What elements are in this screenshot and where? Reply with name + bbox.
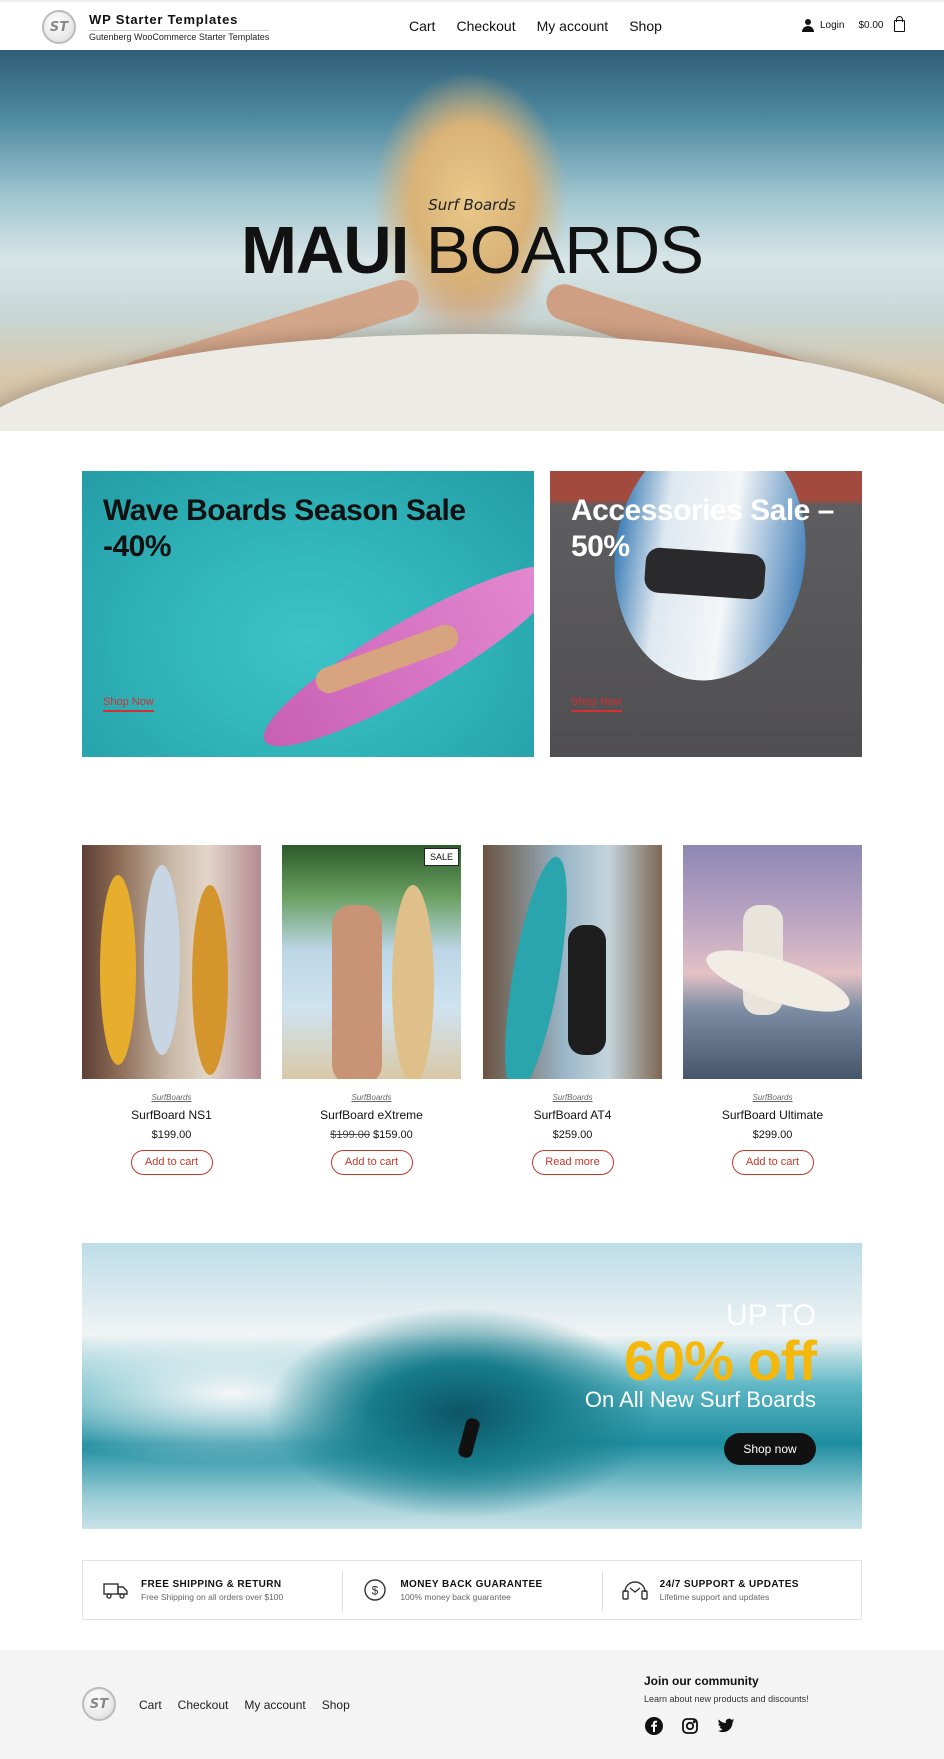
add-to-cart-button[interactable]: Add to cart — [731, 1150, 814, 1175]
add-to-cart-button[interactable]: Add to cart — [330, 1150, 413, 1175]
product-category[interactable]: SurfBoards — [282, 1093, 461, 1102]
product-card: SurfBoards SurfBoard AT4 $259.00 Read mo… — [483, 845, 662, 1175]
logo-text: ST — [89, 1696, 109, 1712]
product-category[interactable]: SurfBoards — [82, 1093, 261, 1102]
product-category[interactable]: SurfBoards — [483, 1093, 662, 1102]
product-image[interactable]: SALE — [282, 845, 461, 1079]
facebook-icon[interactable] — [644, 1716, 663, 1735]
product-name[interactable]: SurfBoard Ultimate — [683, 1108, 862, 1122]
dollar-icon: $ — [362, 1577, 388, 1603]
community-subtitle: Learn about new products and discounts! — [644, 1694, 809, 1704]
header-actions: Login $0.00 — [802, 15, 905, 32]
product-price: $199.00 $159.00 — [282, 1129, 461, 1141]
support-icon — [621, 1577, 648, 1603]
yellow-board-shape — [100, 875, 136, 1065]
nav-item-checkout[interactable]: Checkout — [456, 18, 515, 34]
logo-text: ST — [49, 19, 69, 35]
hero-title-bold: MAUI — [241, 213, 409, 288]
hero-title: MAUI BOARDS — [0, 212, 944, 289]
surfer-shape — [568, 925, 606, 1055]
feature-desc: 100% money back guarantee — [400, 1591, 511, 1602]
product-name[interactable]: SurfBoard AT4 — [483, 1108, 662, 1122]
price-old: $199.00 — [330, 1129, 370, 1141]
footer-logo[interactable]: ST — [82, 1687, 116, 1721]
svg-text:$: $ — [372, 1584, 379, 1598]
shop-now-link[interactable]: Shop Now — [103, 696, 154, 712]
footer-nav-my-account[interactable]: My account — [244, 1698, 305, 1712]
teal-board-shape — [492, 852, 580, 1079]
product-price: $299.00 — [683, 1129, 862, 1141]
features-strip: FREE SHIPPING & RETURN Free Shipping on … — [82, 1560, 862, 1620]
add-to-cart-button[interactable]: Add to cart — [130, 1150, 213, 1175]
shop-now-link[interactable]: Shop Now — [571, 696, 622, 712]
truck-icon — [103, 1577, 129, 1603]
shop-now-button[interactable]: Shop now — [724, 1433, 816, 1465]
login-link[interactable]: Login — [820, 20, 844, 31]
sale-badge: SALE — [423, 848, 459, 866]
price-current: $159.00 — [373, 1129, 413, 1141]
user-icon[interactable] — [802, 19, 814, 32]
price-current: $299.00 — [752, 1129, 793, 1141]
product-name[interactable]: SurfBoard eXtreme — [282, 1108, 461, 1122]
feature-support: 24/7 SUPPORT & UPDATES Lifetime support … — [601, 1561, 861, 1619]
promo-accessories[interactable]: Accessories Sale – 50% Shop Now — [550, 471, 862, 757]
blue-board-shape — [144, 865, 180, 1055]
promo-wave-boards[interactable]: Wave Boards Season Sale -40% Shop Now — [82, 471, 534, 757]
site-footer: ST Cart Checkout My account Shop Join ou… — [0, 1650, 944, 1759]
site-header: ST WP Starter Templates Gutenberg WooCom… — [0, 0, 944, 50]
product-image[interactable] — [683, 845, 862, 1079]
surfer-silhouette — [457, 1416, 481, 1460]
cart-total[interactable]: $0.00 — [858, 20, 883, 31]
footer-nav-shop[interactable]: Shop — [322, 1698, 350, 1712]
price-current: $199.00 — [151, 1129, 192, 1141]
banner-discount: 60% off — [623, 1329, 817, 1392]
feature-desc: Free Shipping on all orders over $100 — [141, 1591, 284, 1602]
feature-title: MONEY BACK GUARANTEE — [400, 1578, 543, 1590]
twitter-icon[interactable] — [716, 1716, 735, 1735]
community-title: Join our community — [644, 1674, 759, 1688]
nav-item-shop[interactable]: Shop — [629, 18, 662, 34]
instagram-icon[interactable] — [680, 1716, 699, 1735]
promo-title: Wave Boards Season Sale -40% — [103, 494, 466, 563]
feature-title: 24/7 SUPPORT & UPDATES — [659, 1578, 799, 1590]
product-image[interactable] — [483, 845, 662, 1079]
promo-title: Accessories Sale – 50% — [571, 494, 834, 563]
main-nav: Cart Checkout My account Shop — [409, 18, 662, 34]
product-card: SALE SurfBoards SurfBoard eXtreme $199.0… — [282, 845, 461, 1175]
sale-banner: UP TO 60% off On All New Surf Boards Sho… — [82, 1243, 862, 1529]
site-branding[interactable]: WP Starter Templates Gutenberg WooCommer… — [89, 12, 270, 42]
product-price: $259.00 — [483, 1129, 662, 1141]
read-more-button[interactable]: Read more — [531, 1150, 614, 1175]
banner-subtitle: On All New Surf Boards — [584, 1387, 816, 1412]
product-price: $199.00 — [82, 1129, 261, 1141]
hero-title-light: BOARDS — [408, 213, 704, 288]
site-tagline: Gutenberg WooCommerce Starter Templates — [89, 30, 270, 42]
nav-item-cart[interactable]: Cart — [409, 18, 435, 34]
product-image[interactable] — [82, 845, 261, 1079]
community-block: Join our community Learn about new produ… — [644, 1674, 809, 1735]
shopping-bag-icon[interactable] — [893, 15, 905, 32]
surfer-shape — [332, 905, 382, 1079]
product-category[interactable]: SurfBoards — [683, 1093, 862, 1102]
price-current: $259.00 — [552, 1129, 593, 1141]
feature-title: FREE SHIPPING & RETURN — [141, 1578, 282, 1590]
site-title[interactable]: WP Starter Templates — [89, 12, 269, 27]
orange-board-shape — [192, 885, 228, 1075]
surfboard-shape — [392, 885, 434, 1079]
footer-nav: Cart Checkout My account Shop — [139, 1698, 350, 1712]
product-card: SurfBoards SurfBoard Ultimate $299.00 Ad… — [683, 845, 862, 1175]
social-links — [644, 1716, 809, 1735]
product-card: SurfBoards SurfBoard NS1 $199.00 Add to … — [82, 845, 261, 1175]
product-name[interactable]: SurfBoard NS1 — [82, 1108, 261, 1122]
feature-money-back: $ MONEY BACK GUARANTEE 100% money back g… — [342, 1561, 601, 1619]
site-logo[interactable]: ST — [42, 10, 76, 44]
hero-banner: Surf Boards MAUI BOARDS — [0, 50, 944, 431]
footer-nav-checkout[interactable]: Checkout — [178, 1698, 229, 1712]
feature-shipping: FREE SHIPPING & RETURN Free Shipping on … — [83, 1561, 342, 1619]
feature-desc: Lifetime support and updates — [659, 1591, 770, 1602]
hero-image-surfboard — [0, 334, 944, 431]
footer-nav-cart[interactable]: Cart — [139, 1698, 162, 1712]
nav-item-my-account[interactable]: My account — [537, 18, 609, 34]
